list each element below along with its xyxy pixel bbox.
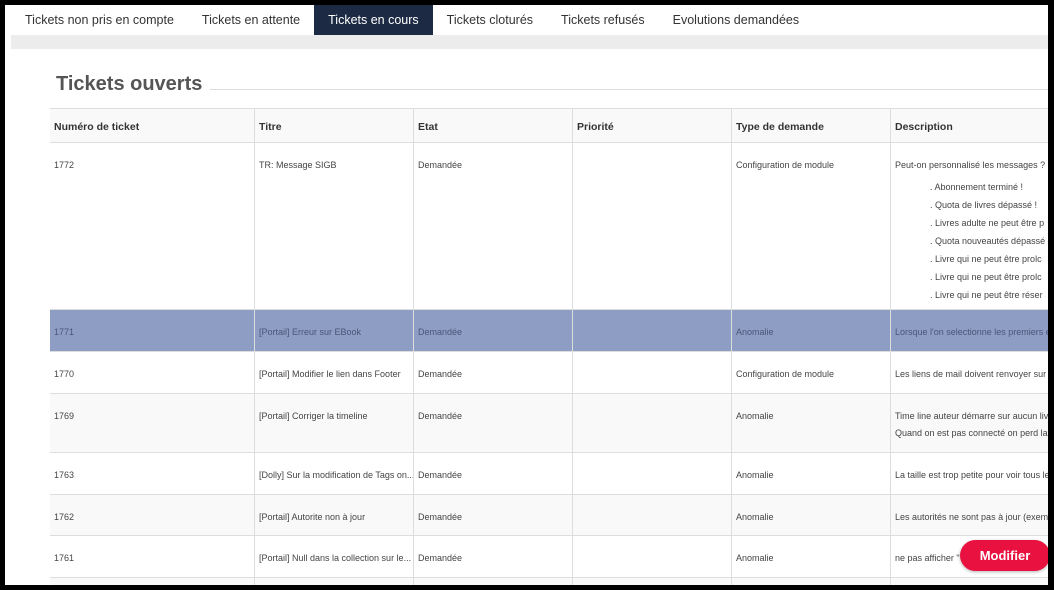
modify-button[interactable]: Modifier [960, 540, 1048, 571]
ticket-title: TR: Message SIGB [254, 143, 413, 309]
ticket-request-type: Configuration de module [731, 143, 890, 309]
ticket-number: 1769 [54, 411, 75, 421]
table-row[interactable] [50, 578, 1048, 585]
tab-refuses[interactable]: Tickets refusés [547, 5, 659, 35]
ticket-title-empty [254, 578, 413, 585]
description-bullet: . Quota de livres dépassé ! [930, 200, 1038, 210]
ticket-request-type: Anomalie [731, 536, 890, 577]
ticket-state: Demandée [413, 143, 572, 309]
description-line: Les autorités ne sont pas à jour (exemp [895, 512, 1048, 522]
ticket-state: Demandée [413, 536, 572, 577]
table-row[interactable]: 1772 TR: Message SIGB Demandée Configura… [50, 143, 1048, 310]
content-panel: Tickets ouverts Numéro de ticket Titre E… [11, 49, 1048, 585]
tab-en-attente[interactable]: Tickets en attente [188, 5, 314, 35]
ticket-priority [572, 352, 731, 393]
table-header-row: Numéro de ticket Titre Etat Priorité Typ… [50, 109, 1048, 143]
ticket-title: [Portail] Erreur sur EBook [254, 310, 413, 351]
table-row[interactable]: 1770 [Portail] Modifier le lien dans Foo… [50, 352, 1048, 394]
ticket-request-type: Anomalie [731, 495, 890, 535]
tab-en-cours[interactable]: Tickets en cours [314, 5, 433, 35]
ticket-number-empty [50, 578, 254, 585]
description-line: Peut-on personnalisé les messages ? [895, 160, 1046, 170]
ticket-state: Demandée [413, 310, 572, 351]
description-line: Les liens de mail doivent renvoyer sur [895, 369, 1047, 379]
ticket-number: 1772 [54, 160, 75, 170]
ticket-request-type: Anomalie [731, 394, 890, 452]
ticket-description: Les autorités ne sont pas à jour (exemp [890, 495, 1048, 535]
description-line: Lorsque l'on selectionne les premiers e [895, 327, 1048, 337]
ticket-title: [Portail] Corriger la timeline [254, 394, 413, 452]
ticket-description: Les liens de mail doivent renvoyer sur [890, 352, 1048, 393]
header-state[interactable]: Etat [413, 109, 572, 142]
section-title: Tickets ouverts [56, 73, 203, 95]
ticket-state: Demandée [413, 394, 572, 452]
tab-divider-bar [11, 35, 1048, 49]
ticket-state: Demandée [413, 352, 572, 393]
description-bullet: . Livre qui ne peut être prolc [930, 272, 1042, 282]
description-bullet: . Quota nouveautés dépassé [930, 236, 1046, 246]
ticket-title: [Portail] Autorite non à jour [254, 495, 413, 535]
ticket-title: [Portail] Modifier le lien dans Footer [254, 352, 413, 393]
ticket-request-type: Anomalie [731, 453, 890, 494]
ticket-priority [572, 394, 731, 452]
description-bullet: . Livre qui ne peut être prolc [930, 254, 1042, 264]
ticket-tabs: Tickets non pris en compte Tickets en at… [5, 5, 1048, 35]
header-description[interactable]: Description [890, 109, 1048, 142]
ticket-description: Time line auteur démarre sur aucun liv Q… [890, 394, 1048, 452]
ticket-description-empty [890, 578, 1048, 585]
ticket-state-empty [413, 578, 572, 585]
description-bullet: . Livres adulte ne peut être p [930, 218, 1045, 228]
ticket-title: [Portail] Null dans la collection sur le… [254, 536, 413, 577]
ticket-request-type: Anomalie [731, 310, 890, 351]
table-row-selected[interactable]: 1771 [Portail] Erreur sur EBook Demandée… [50, 310, 1048, 352]
table-row[interactable]: 1762 [Portail] Autorite non à jour Deman… [50, 495, 1048, 536]
ticket-priority-empty [572, 578, 731, 585]
table-row[interactable]: 1763 [Dolly] Sur la modification de Tags… [50, 453, 1048, 495]
ticket-number: 1770 [54, 369, 75, 379]
ticket-description: La taille est trop petite pour voir tous… [890, 453, 1048, 494]
description-line: Quand on est pas connecté on perd la [895, 428, 1048, 438]
ticket-number: 1761 [54, 553, 75, 563]
header-title[interactable]: Titre [254, 109, 413, 142]
ticket-description: Peut-on personnalisé les messages ? . Ab… [890, 143, 1048, 309]
ticket-priority [572, 495, 731, 535]
description-bullet: . Abonnement terminé ! [930, 182, 1024, 192]
description-line: Time line auteur démarre sur aucun liv [895, 411, 1048, 421]
ticket-priority [572, 453, 731, 494]
ticket-priority [572, 536, 731, 577]
description-bullet: . Livre qui ne peut être réser [930, 290, 1043, 300]
header-request-type[interactable]: Type de demande [731, 109, 890, 142]
ticket-number: 1762 [54, 512, 75, 522]
table-row[interactable]: 1769 [Portail] Corriger la timeline Dema… [50, 394, 1048, 453]
ticket-number: 1763 [54, 470, 75, 480]
table-row[interactable]: 1761 [Portail] Null dans la collection s… [50, 536, 1048, 578]
ticket-description: Lorsque l'on selectionne les premiers e [890, 310, 1048, 351]
ticket-request-type: Configuration de module [731, 352, 890, 393]
tab-evolutions-demandees[interactable]: Evolutions demandées [659, 5, 813, 35]
ticket-number: 1771 [54, 327, 75, 337]
description-bullet-list: . Abonnement terminé ! . Quota de livres… [895, 178, 1048, 304]
title-divider [210, 89, 1048, 90]
description-line: La taille est trop petite pour voir tous… [895, 470, 1048, 480]
tab-clotures[interactable]: Tickets cloturés [433, 5, 547, 35]
ticket-type-empty [731, 578, 890, 585]
ticket-state: Demandée [413, 453, 572, 494]
ticket-priority [572, 310, 731, 351]
header-ticket-number[interactable]: Numéro de ticket [50, 109, 254, 142]
ticket-priority [572, 143, 731, 309]
app-window: Tickets non pris en compte Tickets en at… [5, 5, 1048, 585]
tab-non-pris-en-compte[interactable]: Tickets non pris en compte [5, 5, 188, 35]
ticket-state: Demandée [413, 495, 572, 535]
header-priority[interactable]: Priorité [572, 109, 731, 142]
tickets-table: Numéro de ticket Titre Etat Priorité Typ… [50, 108, 1048, 585]
ticket-title: [Dolly] Sur la modification de Tags on..… [254, 453, 413, 494]
